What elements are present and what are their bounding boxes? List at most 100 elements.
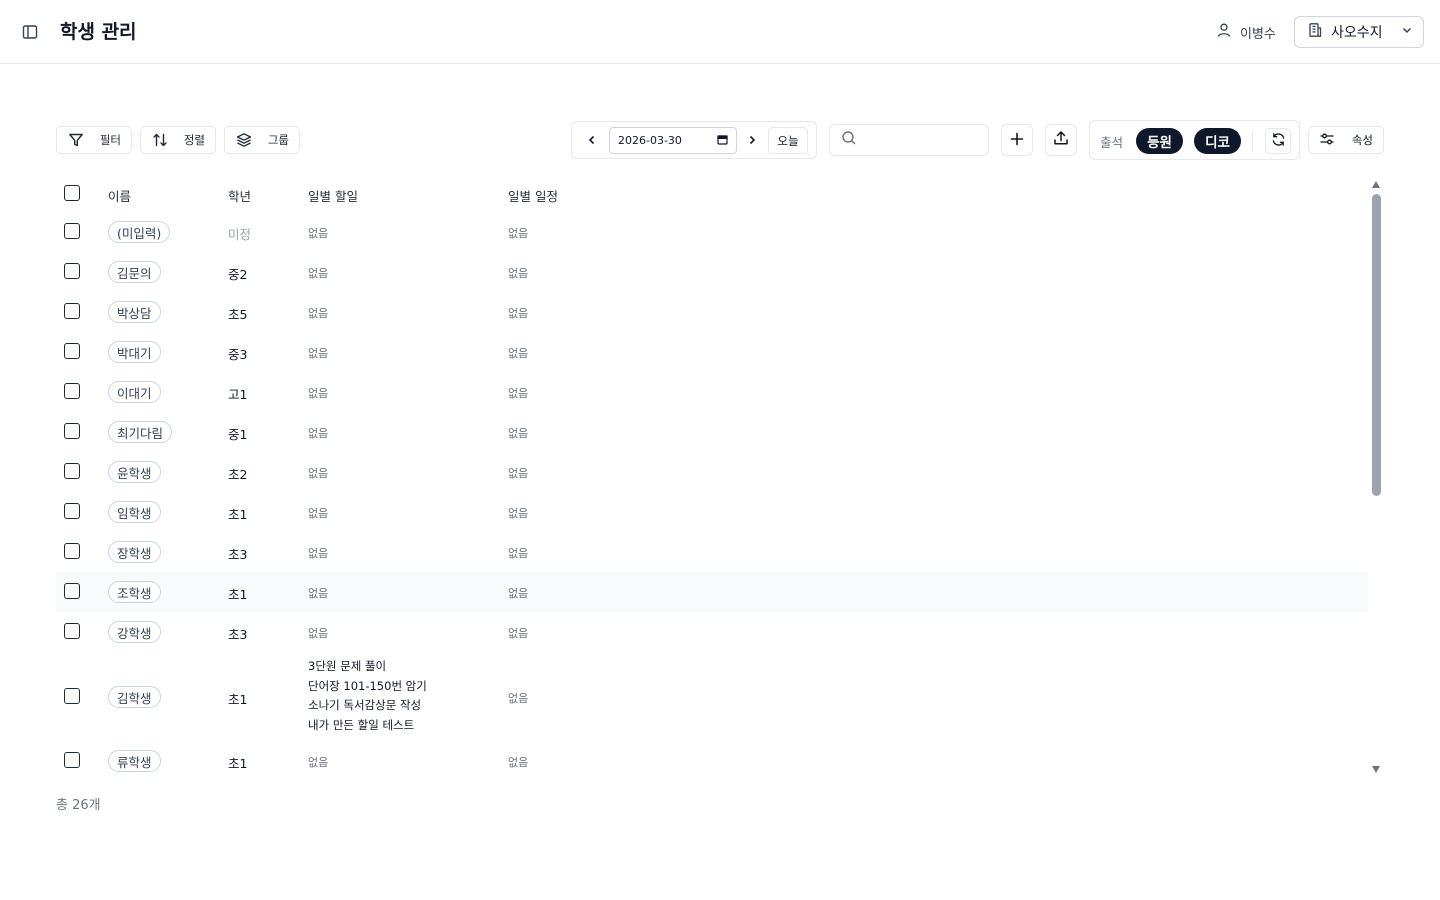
table-row[interactable]: 박상담 초5 없음 없음 xyxy=(56,292,1368,332)
sort-icon xyxy=(151,131,169,149)
student-name-chip[interactable]: 조학생 xyxy=(108,581,161,603)
row-checkbox[interactable] xyxy=(64,583,80,599)
scroll-thumb[interactable] xyxy=(1372,194,1381,496)
student-name-chip[interactable]: 박대기 xyxy=(108,341,161,363)
row-checkbox[interactable] xyxy=(64,503,80,519)
user-icon xyxy=(1216,22,1232,42)
student-daily-todo: 없음 xyxy=(308,467,329,480)
student-daily-schedule: 없음 xyxy=(508,587,529,600)
scroll-down-arrow[interactable] xyxy=(1372,766,1380,773)
student-name-chip[interactable]: 김학생 xyxy=(108,686,161,708)
student-grade: 초3 xyxy=(228,547,248,562)
refresh-icon xyxy=(1271,132,1286,151)
student-grade: 중3 xyxy=(228,347,248,362)
todo-item: 소나기 독서감상문 작성 xyxy=(308,698,422,712)
student-grade: 초1 xyxy=(228,692,248,707)
next-day-button[interactable] xyxy=(742,130,762,150)
table-row[interactable]: 최기다림 중1 없음 없음 xyxy=(56,412,1368,452)
search-input[interactable] xyxy=(863,126,1013,154)
calendar-icon[interactable] xyxy=(717,134,728,148)
table-row[interactable]: 임학생 초1 없음 없음 xyxy=(56,492,1368,532)
table-row[interactable]: 강학생 초3 없음 없음 xyxy=(56,612,1368,652)
add-student-button[interactable] xyxy=(1001,124,1033,156)
student-name-chip[interactable]: 이대기 xyxy=(108,381,161,403)
row-checkbox[interactable] xyxy=(64,688,80,704)
date-navigator: 2026-03-30 오늘 xyxy=(571,121,817,159)
student-name-chip[interactable]: 윤학생 xyxy=(108,461,161,483)
table-row[interactable]: 이대기 고1 없음 없음 xyxy=(56,372,1368,412)
checkout-button[interactable]: 디코 xyxy=(1194,128,1241,154)
table-header: 이름 학년 일별 할일 일별 일정 xyxy=(56,175,1368,213)
student-name-chip[interactable]: 강학생 xyxy=(108,621,161,643)
student-daily-todo: 없음 xyxy=(308,307,329,320)
prev-day-button[interactable] xyxy=(582,130,602,150)
table-row[interactable]: 류학생 초1 없음 없음 xyxy=(56,742,1368,777)
sort-button-label: 정렬 xyxy=(183,133,205,147)
student-daily-todo: 없음 xyxy=(308,507,329,520)
row-checkbox[interactable] xyxy=(64,623,80,639)
sidebar-toggle-icon[interactable] xyxy=(18,20,42,44)
scroll-up-arrow[interactable] xyxy=(1372,181,1380,188)
column-header-grade[interactable]: 학년 xyxy=(228,186,251,205)
student-name-chip[interactable]: 류학생 xyxy=(108,750,161,772)
total-count: 총 26개 xyxy=(56,798,101,813)
row-checkbox[interactable] xyxy=(64,463,80,479)
row-checkbox[interactable] xyxy=(64,263,80,279)
column-header-name[interactable]: 이름 xyxy=(108,186,131,205)
row-checkbox[interactable] xyxy=(64,303,80,319)
search-icon xyxy=(841,130,857,150)
filter-button[interactable]: 필터 xyxy=(56,126,132,154)
student-daily-schedule: 없음 xyxy=(508,387,529,400)
row-checkbox[interactable] xyxy=(64,752,80,768)
chevron-left-icon xyxy=(586,131,598,150)
plus-icon xyxy=(1010,131,1024,150)
filter-button-label: 필터 xyxy=(99,133,121,147)
student-daily-todo: 없음 xyxy=(308,427,329,440)
checkin-button[interactable]: 등원 xyxy=(1136,128,1183,154)
student-name-chip[interactable]: (미입력) xyxy=(108,221,171,243)
student-name-chip[interactable]: 박상담 xyxy=(108,301,161,323)
student-name-chip[interactable]: 장학생 xyxy=(108,541,161,563)
student-daily-todo: 없음 xyxy=(308,756,329,769)
today-button[interactable]: 오늘 xyxy=(768,127,808,154)
column-header-daily-todo[interactable]: 일별 할일 xyxy=(308,186,358,205)
student-table: 이름 학년 일별 할일 일별 일정 (미입력) 미정 없음 없음 김문의 중2 … xyxy=(56,175,1386,777)
student-daily-schedule: 없음 xyxy=(508,427,529,440)
group-button-label: 그룹 xyxy=(267,133,289,147)
export-button[interactable] xyxy=(1045,124,1077,156)
table-row[interactable]: 박대기 중3 없음 없음 xyxy=(56,332,1368,372)
column-header-daily-schedule[interactable]: 일별 일정 xyxy=(508,186,558,205)
table-row[interactable]: 김문의 중2 없음 없음 xyxy=(56,252,1368,292)
student-daily-schedule: 없음 xyxy=(508,267,529,280)
table-row[interactable]: 조학생 초1 없음 없음 xyxy=(56,572,1368,612)
table-row[interactable]: 김학생 초1 3단원 문제 풀이 단어장 101-150번 암기 소나기 독서감… xyxy=(56,652,1368,742)
table-row[interactable]: (미입력) 미정 없음 없음 xyxy=(56,213,1368,251)
chevron-down-icon xyxy=(1401,24,1413,40)
group-button[interactable]: 그룹 xyxy=(224,126,300,154)
select-all-checkbox[interactable] xyxy=(64,185,80,201)
sort-button[interactable]: 정렬 xyxy=(140,126,216,154)
student-daily-schedule: 없음 xyxy=(508,467,529,480)
table-row[interactable]: 윤학생 초2 없음 없음 xyxy=(56,452,1368,492)
row-checkbox[interactable] xyxy=(64,423,80,439)
date-input[interactable]: 2026-03-30 xyxy=(609,127,737,154)
user-menu[interactable]: 이병수 xyxy=(1216,22,1276,42)
attendance-group: 출석 등원 디코 xyxy=(1089,120,1300,160)
student-name-chip[interactable]: 임학생 xyxy=(108,501,161,523)
student-name-chip[interactable]: 최기다림 xyxy=(108,421,173,443)
refresh-button[interactable] xyxy=(1265,128,1291,154)
row-checkbox[interactable] xyxy=(64,343,80,359)
student-name-chip[interactable]: 김문의 xyxy=(108,261,161,283)
student-daily-todo: 없음 xyxy=(308,627,329,640)
row-checkbox[interactable] xyxy=(64,383,80,399)
table-row[interactable]: 장학생 초3 없음 없음 xyxy=(56,532,1368,572)
table-scrollbar[interactable] xyxy=(1369,178,1384,776)
student-grade: 고1 xyxy=(228,387,248,402)
row-checkbox[interactable] xyxy=(64,223,80,239)
org-select[interactable]: 사오수지 xyxy=(1294,16,1424,48)
student-grade: 미정 xyxy=(228,227,252,242)
student-daily-todo: 없음 xyxy=(308,387,329,400)
todo-item: 3단원 문제 풀이 xyxy=(308,659,387,673)
properties-button[interactable]: 속성 xyxy=(1308,126,1384,154)
row-checkbox[interactable] xyxy=(64,543,80,559)
